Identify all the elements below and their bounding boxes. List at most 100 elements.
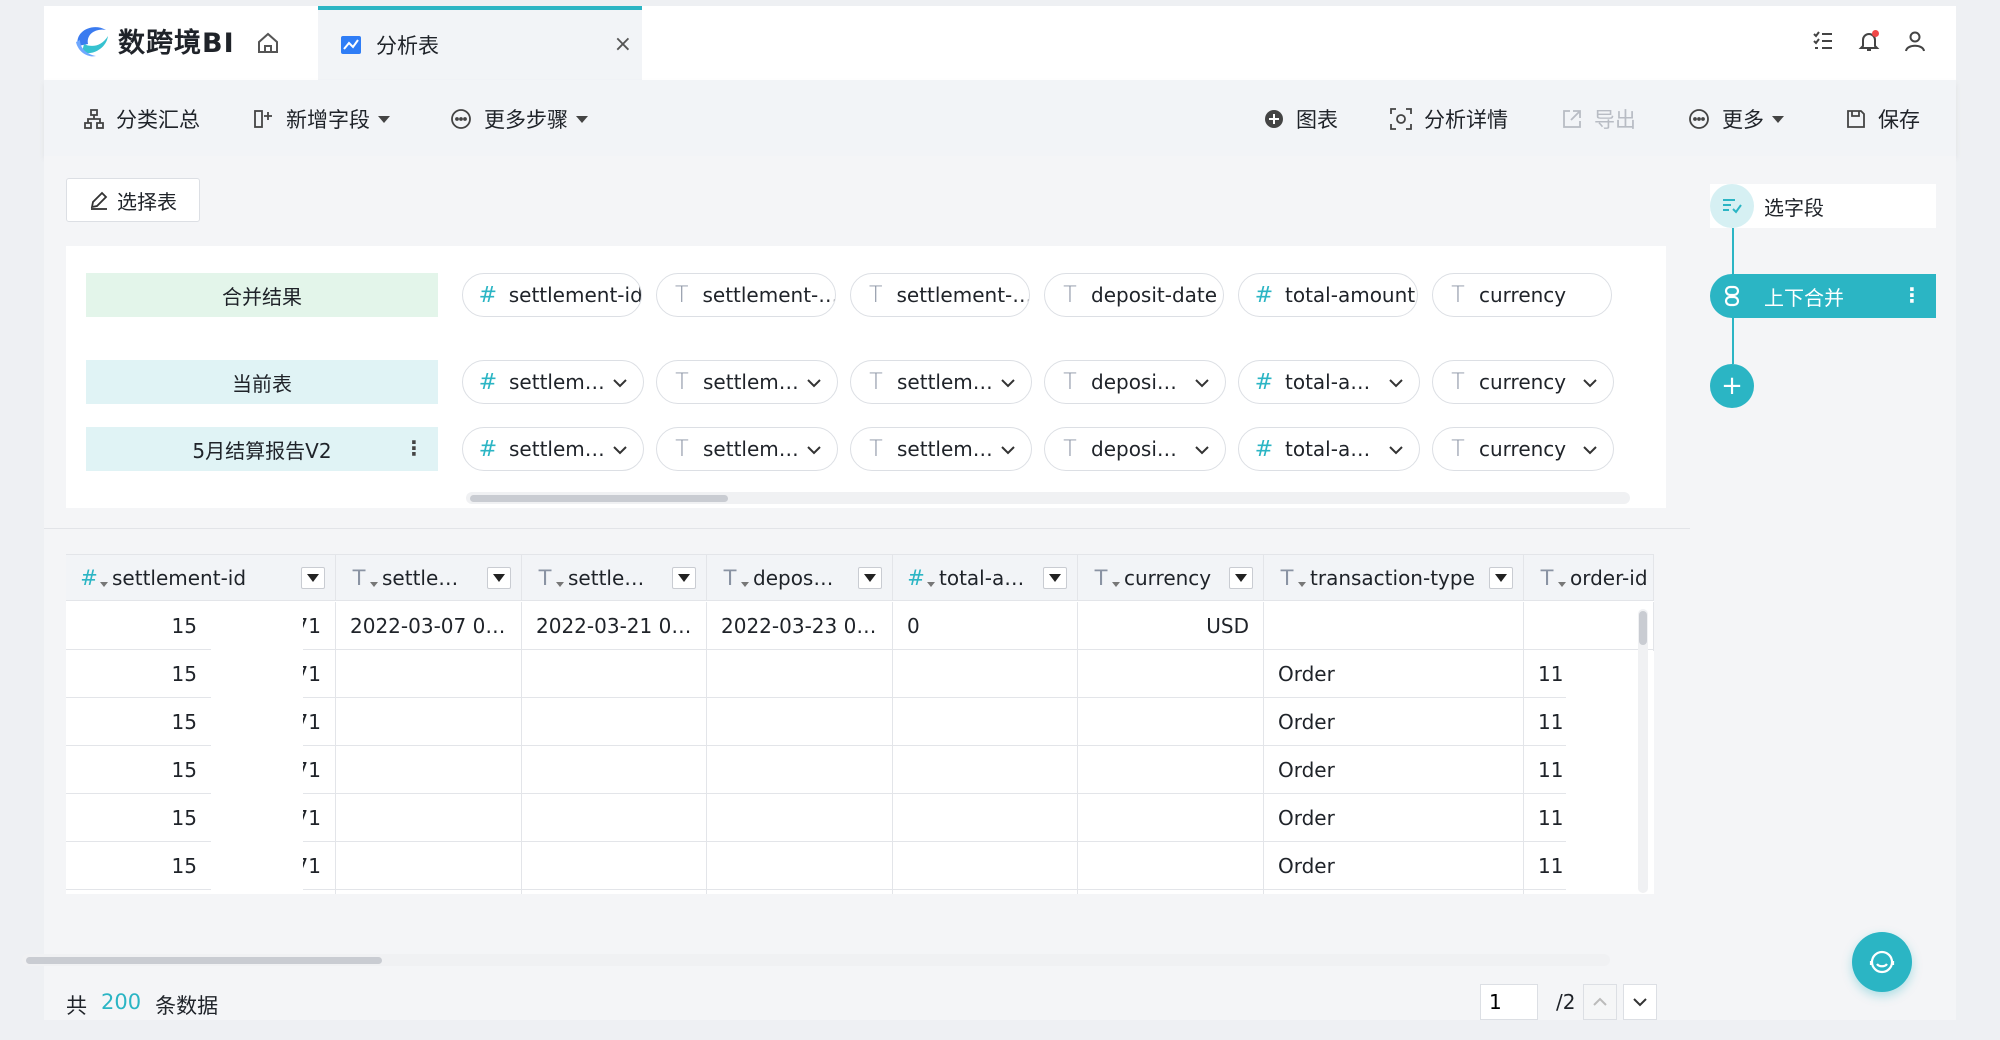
table-cell[interactable] [336, 890, 522, 894]
table-cell[interactable] [1078, 650, 1264, 697]
add-field-button[interactable]: 新增字段 [254, 104, 390, 134]
more-button[interactable]: 更多 [1688, 104, 1784, 134]
current-field-select[interactable]: Tsettlem… [850, 360, 1032, 404]
current-field-select[interactable]: # total-a… [1238, 360, 1420, 404]
current-field-select[interactable]: Tdeposi… [1044, 360, 1226, 404]
table-cell[interactable] [707, 890, 893, 894]
other-field-select[interactable]: # settlem… [462, 427, 644, 471]
column-header[interactable]: Tcurrency [1078, 555, 1264, 601]
column-menu-button[interactable] [487, 567, 511, 589]
table-cell[interactable]: 15 [66, 698, 211, 745]
table-cell[interactable] [336, 842, 522, 889]
table-cell[interactable] [522, 746, 707, 793]
table-vertical-scrollbar[interactable] [1638, 609, 1648, 893]
current-field-select[interactable]: Tsettlem… [656, 360, 838, 404]
table-cell[interactable]: 15 [66, 650, 211, 697]
column-header[interactable]: # settlement-id [66, 555, 336, 601]
table-cell[interactable]: Order [1264, 842, 1524, 889]
column-menu-button[interactable] [1043, 567, 1067, 589]
table-cell[interactable]: 2022-03-07 0… [336, 602, 522, 649]
chart-button[interactable]: 图表 [1264, 104, 1338, 134]
table-cell[interactable] [1078, 890, 1264, 894]
table-cell[interactable] [707, 698, 893, 745]
table-cell[interactable] [1078, 746, 1264, 793]
group-summary-button[interactable]: 分类汇总 [84, 104, 200, 134]
table-cell[interactable] [893, 746, 1078, 793]
scrollbar-thumb[interactable] [26, 957, 382, 964]
table-row[interactable]: 15471Order11 [66, 842, 1654, 890]
other-field-select[interactable]: Tsettlem… [656, 427, 838, 471]
table-cell[interactable]: Order [1264, 890, 1524, 894]
user-icon[interactable] [1904, 30, 1926, 52]
column-menu-button[interactable] [1229, 567, 1253, 589]
table-cell[interactable] [522, 890, 707, 894]
customer-service-button[interactable] [1852, 932, 1912, 992]
table-cell[interactable] [893, 794, 1078, 841]
bell-icon[interactable] [1858, 30, 1880, 52]
scrollbar-thumb[interactable] [1639, 611, 1647, 645]
task-list-icon[interactable] [1812, 30, 1834, 52]
table-cell[interactable] [707, 794, 893, 841]
table-cell[interactable]: 0 [893, 602, 1078, 649]
column-header[interactable]: Tsettle… [336, 555, 522, 601]
column-menu-button[interactable] [858, 567, 882, 589]
table-cell[interactable] [1264, 602, 1524, 649]
table-row[interactable]: 15 71 Order 11 [66, 650, 1654, 698]
home-icon[interactable] [256, 31, 280, 55]
table-cell[interactable] [336, 650, 522, 697]
table-horizontal-scrollbar[interactable] [22, 954, 1610, 966]
table-cell[interactable] [893, 842, 1078, 889]
export-button[interactable]: 导出 [1562, 104, 1636, 134]
analysis-detail-button[interactable]: 分析详情 [1390, 104, 1508, 134]
table-cell[interactable] [707, 746, 893, 793]
column-menu-button[interactable] [301, 567, 325, 589]
column-menu-button[interactable] [672, 567, 696, 589]
table-cell[interactable] [707, 842, 893, 889]
table-cell[interactable]: USD [1078, 602, 1264, 649]
table-cell[interactable] [893, 650, 1078, 697]
table-cell[interactable]: 15 [66, 602, 211, 649]
table-cell[interactable] [1078, 794, 1264, 841]
table-cell[interactable]: Order [1264, 746, 1524, 793]
table-cell[interactable] [336, 794, 522, 841]
table-cell[interactable] [336, 746, 522, 793]
table-cell[interactable]: Order [1264, 794, 1524, 841]
tab-analysis-table[interactable]: 分析表 × [318, 6, 642, 80]
other-field-select[interactable]: # total-a… [1238, 427, 1420, 471]
add-step-button[interactable]: + [1710, 364, 1754, 408]
table-cell[interactable]: 2022-03-23 0… [707, 602, 893, 649]
table-cell[interactable]: 15 [66, 746, 211, 793]
table-cell[interactable]: 15 [66, 890, 211, 894]
column-header[interactable]: Torder-id [1524, 555, 1654, 601]
column-header[interactable]: # total-a… [893, 555, 1078, 601]
kebab-menu-icon[interactable]: ⋮ [404, 437, 424, 459]
scrollbar-thumb[interactable] [470, 495, 728, 502]
column-header[interactable]: Tdepos… [707, 555, 893, 601]
step-vertical-merge[interactable]: 上下合并 ⋮ [1710, 274, 1936, 318]
column-header[interactable]: Tsettle… [522, 555, 707, 601]
table-cell[interactable]: 2022-03-21 0… [522, 602, 707, 649]
table-row[interactable]: 15471Order11 [66, 746, 1654, 794]
table-cell[interactable] [707, 650, 893, 697]
table-row[interactable]: 15 71 Order 11 [66, 698, 1654, 746]
save-button[interactable]: 保存 [1846, 104, 1920, 134]
table-cell[interactable] [1524, 602, 1654, 649]
prev-page-button[interactable] [1583, 984, 1618, 1020]
step-select-fields[interactable]: 选字段 [1710, 184, 1936, 228]
table-cell[interactable]: 15 [66, 794, 211, 841]
table-cell[interactable] [522, 842, 707, 889]
column-menu-button[interactable] [1489, 567, 1513, 589]
other-field-select[interactable]: Tsettlem… [850, 427, 1032, 471]
merge-horizontal-scrollbar[interactable] [466, 492, 1630, 504]
column-header[interactable]: Ttransaction-type [1264, 555, 1524, 601]
close-icon[interactable]: × [614, 32, 632, 57]
table-cell[interactable]: Order [1264, 650, 1524, 697]
more-steps-button[interactable]: 更多步骤 [450, 104, 588, 134]
table-cell[interactable] [522, 650, 707, 697]
table-cell[interactable]: 15 [66, 842, 211, 889]
table-cell[interactable] [1078, 698, 1264, 745]
app-logo[interactable]: 数跨境BI [72, 21, 235, 60]
other-field-select[interactable]: Tdeposi… [1044, 427, 1226, 471]
table-row[interactable]: 15471Order11 [66, 890, 1654, 894]
table-cell[interactable] [1078, 842, 1264, 889]
